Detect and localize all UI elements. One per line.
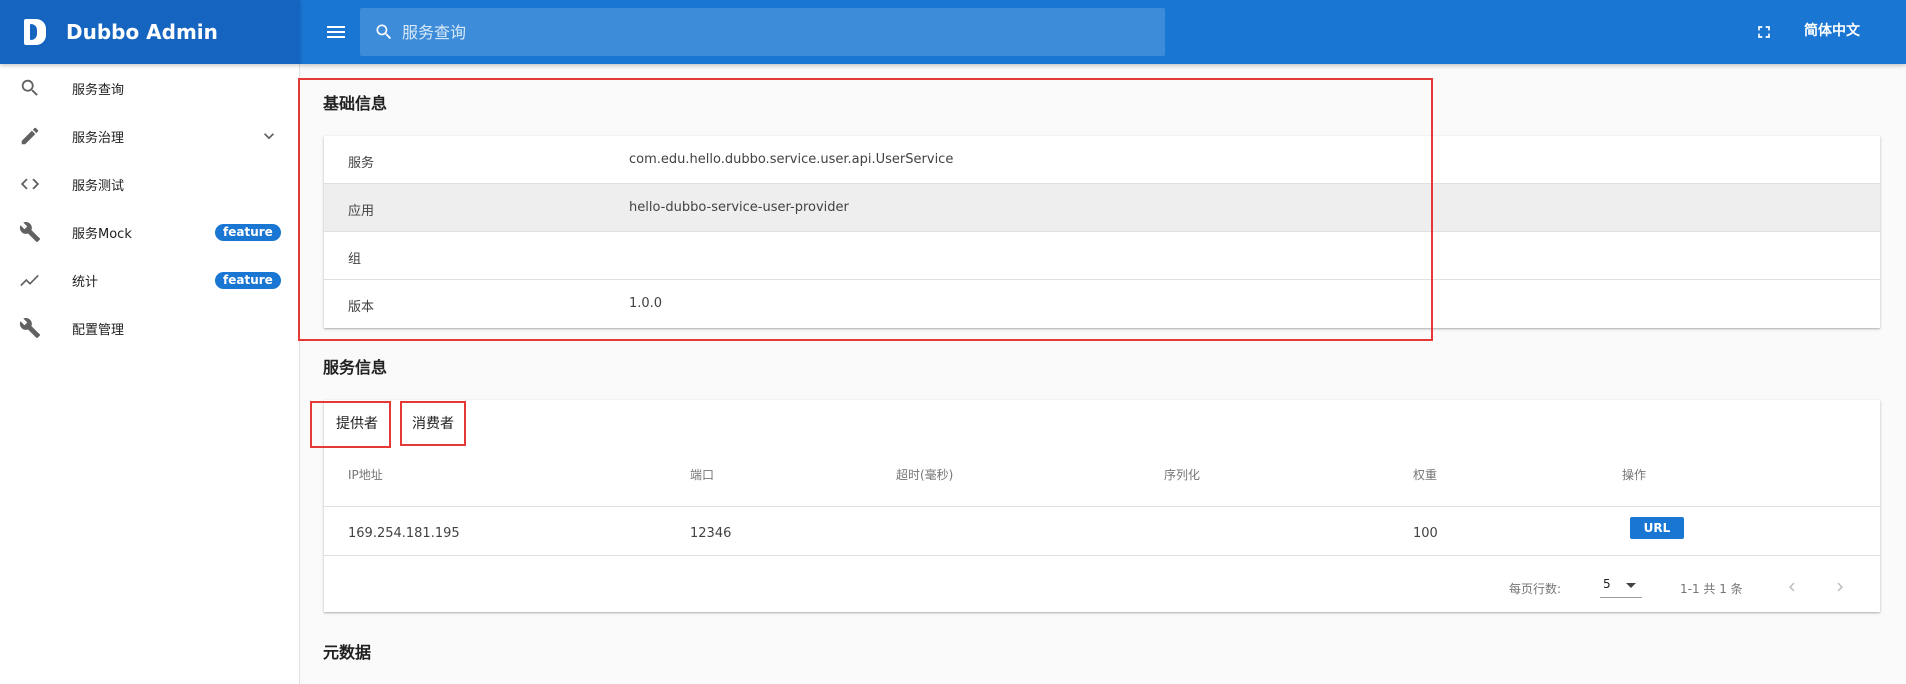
service-info-card: 提供者 消费者 IP地址 端口 超时(毫秒) 序列化 权重 操作 169.254… xyxy=(324,400,1880,612)
caret-down-icon xyxy=(1626,583,1636,588)
metadata-title: 元数据 xyxy=(323,643,372,662)
sidebar-item-label: 服务治理 xyxy=(72,130,125,146)
sidebar-item-label: 配置管理 xyxy=(72,322,125,338)
sidebar-item-config-management[interactable]: 配置管理 xyxy=(0,304,299,352)
column-header-ip[interactable]: IP地址 xyxy=(348,466,383,483)
rows-per-page-label: 每页行数: xyxy=(1509,582,1562,596)
rows-per-page-value: 5 xyxy=(1603,577,1611,591)
cell-ip: 169.254.181.195 xyxy=(348,526,460,541)
column-header-port[interactable]: 端口 xyxy=(690,466,714,483)
sidebar-item-label: 服务查询 xyxy=(72,82,125,98)
tab-bar: 提供者 消费者 xyxy=(324,400,1880,448)
tab-consumers[interactable]: 消费者 xyxy=(400,400,466,448)
sidebar-item-label: 服务测试 xyxy=(72,178,125,194)
feature-badge: feature xyxy=(215,224,281,241)
rows-per-page-select[interactable]: 5 xyxy=(1600,572,1642,598)
service-info-title: 服务信息 xyxy=(323,358,388,377)
cell-weight: 100 xyxy=(1413,526,1438,541)
fullscreen-icon[interactable] xyxy=(1754,22,1774,42)
info-row-version: 版本 1.0.0 xyxy=(324,280,1880,328)
code-icon xyxy=(18,172,42,196)
sidebar-item-label: 服务Mock xyxy=(72,226,132,242)
divider xyxy=(324,555,1880,556)
sidebar-item-service-mock[interactable]: 服务Mock feature xyxy=(0,208,299,256)
sidebar-item-service-governance[interactable]: 服务治理 xyxy=(0,112,299,160)
info-value: com.edu.hello.dubbo.service.user.api.Use… xyxy=(629,152,954,167)
chevron-down-icon[interactable] xyxy=(259,126,279,146)
language-switcher[interactable]: 简体中文 xyxy=(1804,20,1860,40)
pagination-range: 1-1 共 1 条 xyxy=(1680,582,1743,596)
info-value: 1.0.0 xyxy=(629,296,663,311)
basic-info-title: 基础信息 xyxy=(323,94,388,113)
app-title: Dubbo Admin xyxy=(66,20,218,44)
divider xyxy=(324,506,1880,507)
top-app-bar: 简体中文 xyxy=(300,0,1906,64)
cell-port: 12346 xyxy=(690,526,732,541)
info-key: 服务 xyxy=(348,156,375,171)
info-key: 组 xyxy=(348,252,362,267)
hamburger-menu-icon[interactable] xyxy=(324,20,348,44)
dubbo-logo-icon xyxy=(24,19,46,45)
app-brand: Dubbo Admin xyxy=(0,0,300,64)
sidebar-item-service-test[interactable]: 服务测试 xyxy=(0,160,299,208)
search-input[interactable] xyxy=(402,22,1102,42)
wrench-icon xyxy=(18,220,42,244)
sidebar-item-statistics[interactable]: 统计 feature xyxy=(0,256,299,304)
column-header-action: 操作 xyxy=(1622,468,1647,482)
wrench-icon xyxy=(18,316,42,340)
info-key: 应用 xyxy=(348,204,375,219)
info-key: 版本 xyxy=(348,300,375,315)
sidebar: 服务查询 服务治理 服务测试 服务Mock feature 统计 feature… xyxy=(0,64,300,684)
url-button[interactable]: URL xyxy=(1630,517,1684,539)
sidebar-item-service-search[interactable]: 服务查询 xyxy=(0,64,299,112)
feature-badge: feature xyxy=(215,272,281,289)
column-header-timeout[interactable]: 超时(毫秒) xyxy=(896,466,953,483)
info-row-group: 组 xyxy=(324,232,1880,280)
info-value: hello-dubbo-service-user-provider xyxy=(629,200,849,215)
chevron-left-icon[interactable] xyxy=(1783,578,1801,596)
search-bar[interactable] xyxy=(360,8,1165,56)
search-icon xyxy=(376,24,392,40)
trending-line-icon xyxy=(18,268,42,292)
chevron-right-icon[interactable] xyxy=(1831,578,1849,596)
search-icon xyxy=(18,76,42,100)
info-row-service: 服务 com.edu.hello.dubbo.service.user.api.… xyxy=(324,136,1880,184)
pencil-icon xyxy=(18,124,42,148)
column-header-weight[interactable]: 权重 xyxy=(1413,466,1437,483)
tab-providers[interactable]: 提供者 xyxy=(324,400,390,448)
info-row-application: 应用 hello-dubbo-service-user-provider xyxy=(324,184,1880,232)
sidebar-item-label: 统计 xyxy=(72,274,99,290)
column-header-serialization[interactable]: 序列化 xyxy=(1164,466,1200,483)
basic-info-card: 服务 com.edu.hello.dubbo.service.user.api.… xyxy=(324,136,1880,328)
